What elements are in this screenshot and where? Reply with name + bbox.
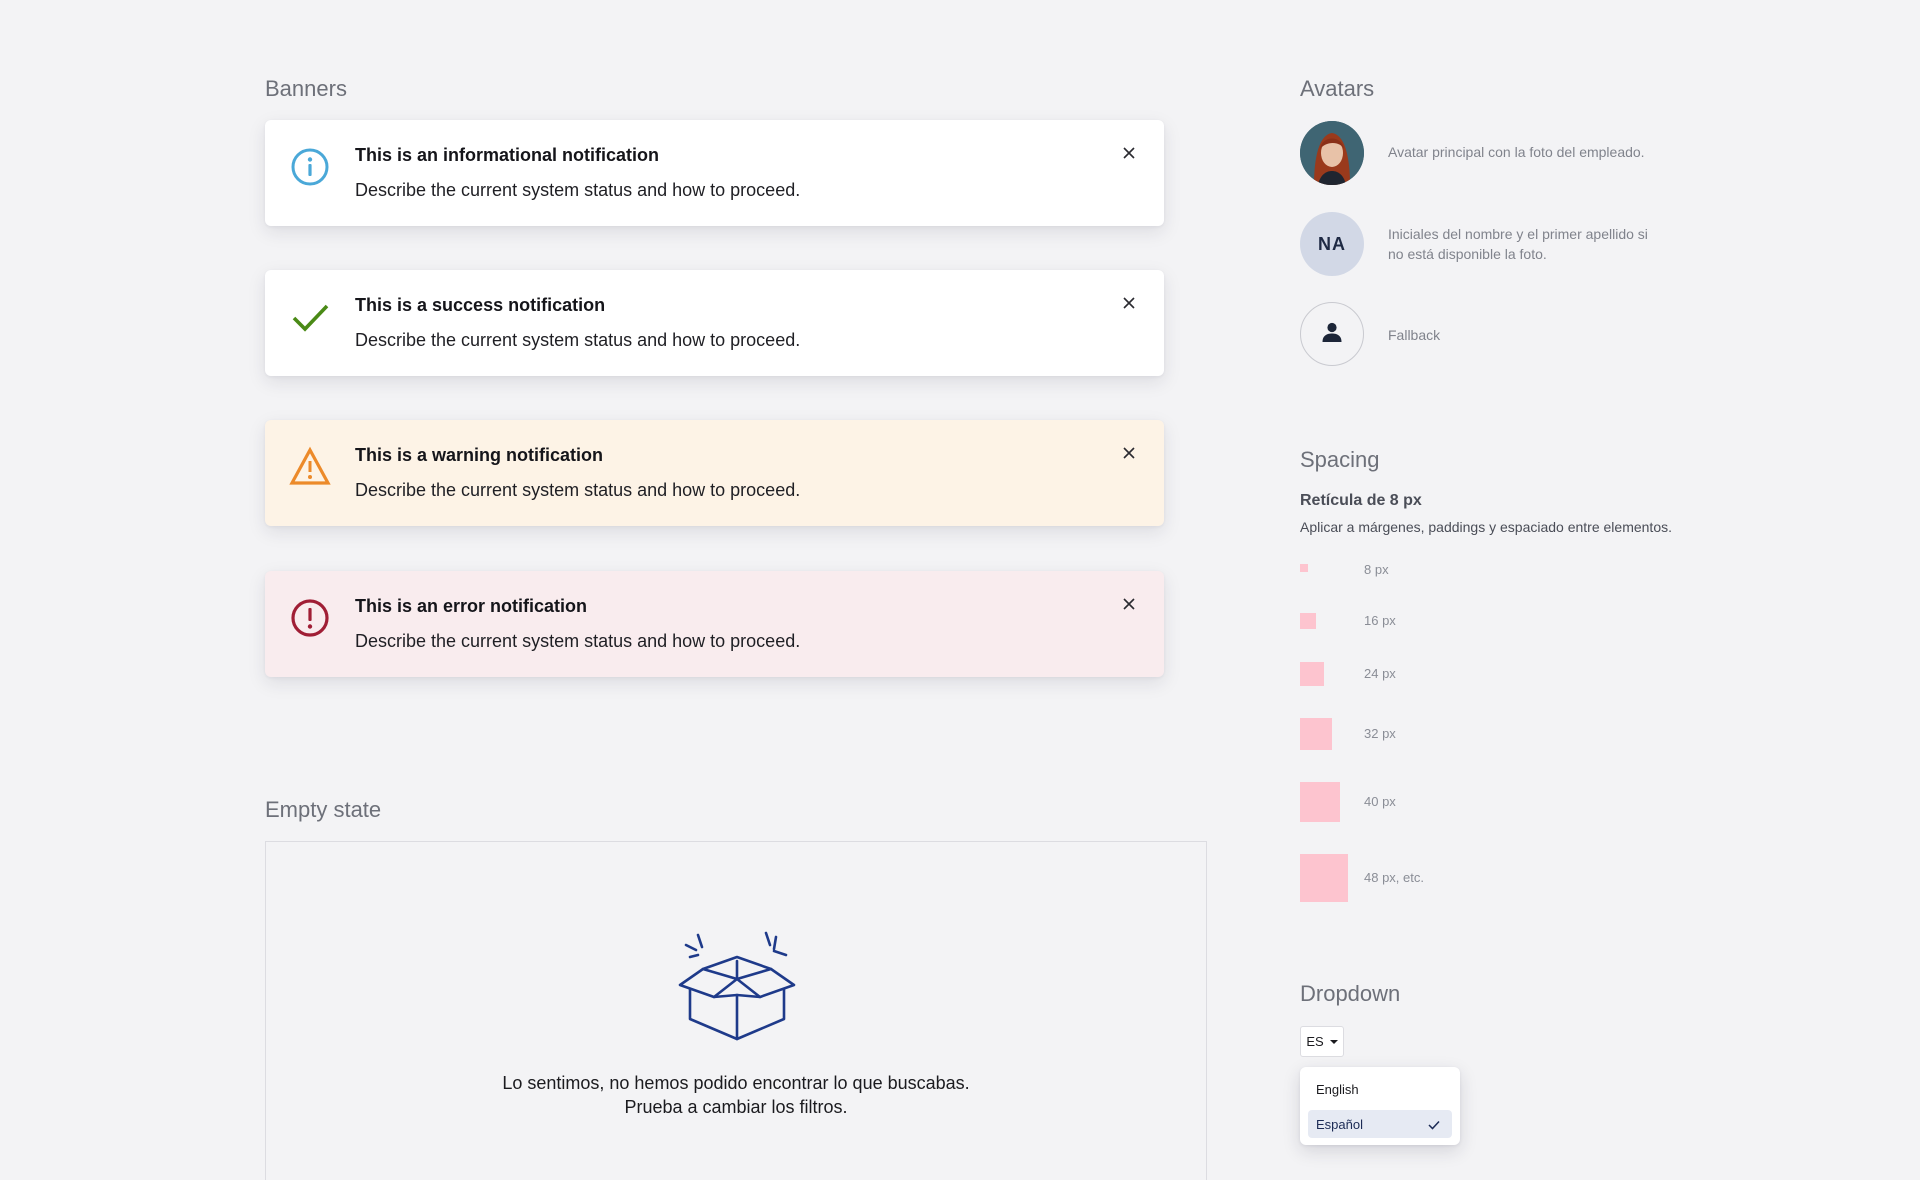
page: Banners This is an informational notific… — [0, 0, 1920, 1180]
banners-section-title: Banners — [265, 76, 347, 101]
caret-down-icon — [1329, 1039, 1338, 1044]
avatar-initials-description: Iniciales del nombre y el primer apellid… — [1388, 226, 1648, 262]
banner-description: Describe the current system status and h… — [355, 631, 801, 651]
banner-success: This is a success notification Describe … — [265, 270, 1164, 376]
banner-description: Describe the current system status and h… — [355, 480, 801, 500]
avatars-section-title: Avatars — [1300, 76, 1375, 101]
spacing-swatch-24 — [1300, 662, 1324, 686]
open-box-icon — [676, 927, 798, 1043]
spacing-heading: Retícula de 8 px — [1300, 492, 1422, 509]
spacing-label: 8 px — [1364, 562, 1389, 577]
spacing-label: 40 px — [1364, 794, 1396, 809]
banner-title: This is a success notification — [355, 295, 606, 315]
banner-info: This is an informational notification De… — [265, 120, 1164, 226]
spacing-label: 24 px — [1364, 666, 1396, 681]
close-icon[interactable] — [1118, 292, 1140, 314]
dropdown-section-title: Dropdown — [1300, 981, 1401, 1006]
banner-error: This is an error notification Describe t… — [265, 571, 1164, 677]
error-circle-icon — [289, 597, 331, 639]
dropdown-option-label: Español — [1316, 1116, 1363, 1132]
banner-warning: This is a warning notification Describe … — [265, 420, 1164, 526]
avatar-photo — [1300, 121, 1364, 185]
empty-state-message: Lo sentimos, no hemos podido encontrar l… — [502, 1073, 970, 1093]
language-dropdown-menu: English Español — [1300, 1067, 1460, 1145]
check-icon — [1428, 1118, 1440, 1133]
close-icon[interactable] — [1118, 442, 1140, 464]
avatar-fallback — [1300, 302, 1364, 366]
close-icon[interactable] — [1118, 593, 1140, 615]
empty-state-section-title: Empty state — [265, 797, 382, 822]
avatar-photo-description: Avatar principal con la foto del emplead… — [1388, 144, 1645, 160]
close-icon[interactable] — [1118, 142, 1140, 164]
banner-title: This is an error notification — [355, 596, 588, 616]
spacing-label: 48 px, etc. — [1364, 870, 1424, 885]
spacing-swatch-32 — [1300, 718, 1332, 750]
dropdown-option-espanol[interactable]: Español — [1308, 1110, 1452, 1138]
spacing-swatch-8 — [1300, 564, 1308, 572]
spacing-swatch-40 — [1300, 782, 1340, 822]
avatar-fallback-description: Fallback — [1388, 327, 1441, 343]
spacing-label: 16 px — [1364, 613, 1396, 628]
warning-triangle-icon — [289, 446, 331, 488]
avatar-initials: NA — [1300, 212, 1364, 276]
banner-description: Describe the current system status and h… — [355, 330, 801, 350]
banner-description: Describe the current system status and h… — [355, 180, 801, 200]
spacing-swatch-16 — [1300, 613, 1316, 629]
empty-state-panel: Lo sentimos, no hemos podido encontrar l… — [265, 841, 1207, 1180]
language-dropdown-trigger[interactable]: ES — [1300, 1026, 1344, 1057]
spacing-label: 32 px — [1364, 726, 1396, 741]
empty-state-hint: Prueba a cambiar los filtros. — [624, 1097, 848, 1117]
banner-title: This is a warning notification — [355, 445, 604, 465]
banner-title: This is an informational notification — [355, 145, 660, 165]
spacing-swatch-48 — [1300, 854, 1348, 902]
check-icon — [289, 296, 331, 338]
info-circle-icon — [289, 146, 331, 188]
dropdown-selected-value: ES — [1306, 1034, 1324, 1049]
person-icon — [1320, 320, 1344, 349]
spacing-section-title: Spacing — [1300, 447, 1380, 472]
spacing-subtitle: Aplicar a márgenes, paddings y espaciado… — [1300, 519, 1672, 535]
dropdown-option-english[interactable]: English — [1308, 1075, 1452, 1103]
